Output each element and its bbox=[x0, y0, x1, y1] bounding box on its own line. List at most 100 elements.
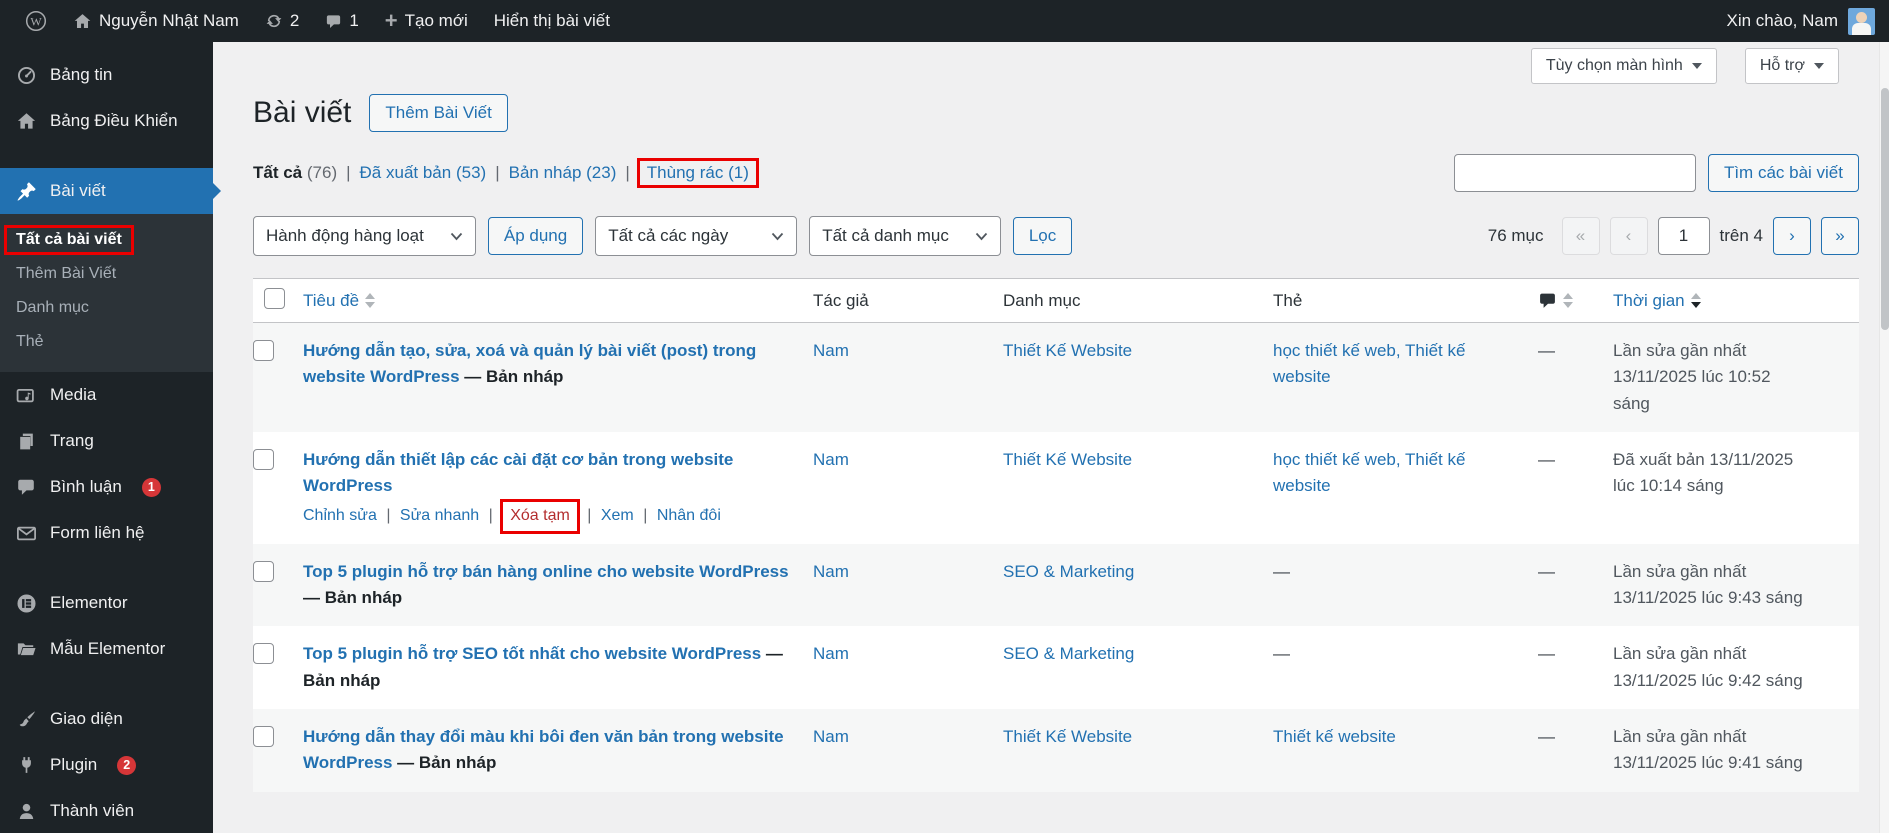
view-posts-link[interactable]: Hiển thị bài viết bbox=[481, 0, 623, 42]
user-greeting[interactable]: Xin chào, Nam bbox=[1727, 11, 1839, 31]
sidebar-item-categories[interactable]: Danh mục bbox=[0, 291, 213, 325]
edit-action[interactable]: Chỉnh sửa bbox=[303, 507, 377, 524]
sidebar-item-elementor-templates[interactable]: Mẫu Elementor bbox=[0, 626, 213, 672]
author-link[interactable]: Nam bbox=[813, 450, 849, 469]
view-posts-label: Hiển thị bài viết bbox=[493, 11, 610, 30]
category-link[interactable]: Thiết Kế Website bbox=[1003, 450, 1132, 469]
sidebar-item-pages[interactable]: Trang bbox=[0, 418, 213, 464]
category-link[interactable]: Thiết Kế Website bbox=[1003, 727, 1132, 746]
filter-published[interactable]: Đã xuất bản (53) bbox=[360, 163, 487, 183]
new-content-menu[interactable]: + Tạo mới bbox=[372, 0, 481, 42]
current-page-input[interactable] bbox=[1657, 217, 1710, 255]
post-date-cell: Đã xuất bản 13/11/2025 lúc 10:14 sáng bbox=[1613, 432, 1818, 543]
search-posts-button[interactable]: Tìm các bài viết bbox=[1707, 154, 1859, 192]
sidebar-item-tags[interactable]: Thẻ bbox=[0, 325, 213, 359]
quick-edit-action[interactable]: Sửa nhanh bbox=[400, 507, 479, 524]
add-new-post-button[interactable]: Thêm Bài Viết bbox=[369, 94, 508, 132]
sidebar-item-elementor[interactable]: Elementor bbox=[0, 580, 213, 626]
sidebar-item-comments[interactable]: Bình luận 1 bbox=[0, 464, 213, 510]
sidebar-item-appearance[interactable]: Giao diện bbox=[0, 696, 213, 742]
site-menu[interactable]: Nguyễn Nhật Nam bbox=[60, 0, 252, 42]
tags-link[interactable]: học thiết kế web, Thiết kế website bbox=[1273, 341, 1465, 386]
sidebar-item-dashboard[interactable]: Bảng tin bbox=[0, 52, 213, 98]
site-name: Nguyễn Nhật Nam bbox=[99, 11, 239, 30]
comments-menu[interactable]: 1 bbox=[312, 0, 371, 42]
sidebar-item-posts[interactable]: Bài viết bbox=[0, 168, 221, 214]
select-all-checkbox[interactable] bbox=[264, 287, 285, 309]
avatar[interactable] bbox=[1848, 7, 1875, 35]
comments-count: 1 bbox=[349, 11, 359, 30]
table-body: Hướng dẫn tạo, sửa, xoá và quản lý bài v… bbox=[253, 323, 1859, 792]
sidebar-item-all-posts[interactable]: Tất cả bài viết bbox=[0, 223, 213, 257]
post-state: — Bản nháp bbox=[303, 587, 403, 607]
column-author: Tác giả bbox=[813, 291, 1003, 311]
comment-icon bbox=[1540, 293, 1555, 308]
table-header: Tiêu đề Tác giả Danh mục Thẻ Thời gian bbox=[253, 279, 1859, 323]
apply-button[interactable]: Áp dụng bbox=[487, 217, 584, 255]
help-button[interactable]: Hỗ trợ bbox=[1744, 48, 1839, 84]
post-author-cell: Nam bbox=[813, 709, 1003, 792]
action-separator: | bbox=[488, 506, 493, 524]
sidebar-item-add-post[interactable]: Thêm Bài Viết bbox=[0, 257, 213, 291]
bulk-actions-label: Hành động hàng loạt bbox=[266, 226, 424, 245]
row-checkbox[interactable] bbox=[253, 560, 274, 582]
next-page-button[interactable]: › bbox=[1773, 217, 1811, 255]
post-title-link[interactable]: Top 5 plugin hỗ trợ bán hàng online cho … bbox=[303, 562, 789, 581]
scrollbar-thumb[interactable] bbox=[1881, 88, 1889, 330]
column-title[interactable]: Tiêu đề bbox=[303, 291, 813, 311]
tags-link[interactable]: Thiết kế website bbox=[1273, 727, 1396, 746]
wordpress-logo-icon[interactable]: W bbox=[12, 0, 60, 42]
sidebar-item-users[interactable]: Thành viên bbox=[0, 788, 213, 833]
chevron-down-icon bbox=[450, 232, 463, 240]
status-filters: Tất cả (76) | Đã xuất bản (53) | Bản nhá… bbox=[253, 158, 759, 188]
bulk-actions-select[interactable]: Hành động hàng loạt bbox=[253, 216, 476, 256]
scrollbar[interactable] bbox=[1879, 42, 1889, 833]
sidebar-item-control-panel[interactable]: Bảng Điều Khiển bbox=[0, 98, 213, 144]
column-date[interactable]: Thời gian bbox=[1613, 291, 1859, 311]
first-page-button: « bbox=[1561, 217, 1600, 255]
updates-icon bbox=[266, 14, 282, 28]
filter-draft[interactable]: Bản nháp (23) bbox=[509, 163, 617, 183]
row-checkbox[interactable] bbox=[253, 725, 274, 747]
category-link[interactable]: SEO & Marketing bbox=[1003, 644, 1134, 663]
post-comments-cell: — bbox=[1538, 561, 1555, 581]
date-status: Lần sửa gần nhất bbox=[1613, 726, 1747, 746]
search-input[interactable] bbox=[1453, 154, 1696, 192]
author-link[interactable]: Nam bbox=[813, 341, 849, 360]
screen-options-button[interactable]: Tùy chọn màn hình bbox=[1530, 48, 1717, 84]
category-filter-select[interactable]: Tất cả danh mục bbox=[809, 216, 1001, 256]
screen-meta: Tùy chọn màn hình Hỗ trợ bbox=[1530, 48, 1839, 84]
view-action[interactable]: Xem bbox=[601, 507, 634, 524]
duplicate-action[interactable]: Nhân đôi bbox=[657, 507, 721, 524]
filter-all-label: Tất cả bbox=[253, 163, 303, 182]
post-title-cell: Hướng dẫn thiết lập các cài đặt cơ bản t… bbox=[303, 432, 813, 543]
page-title: Bài viết bbox=[253, 96, 352, 130]
trash-action[interactable]: Xóa tạm bbox=[510, 507, 570, 524]
category-link[interactable]: SEO & Marketing bbox=[1003, 562, 1134, 581]
folder-icon bbox=[15, 638, 37, 660]
author-link[interactable]: Nam bbox=[813, 727, 849, 746]
filter-button[interactable]: Lọc bbox=[1012, 217, 1073, 255]
post-title-link[interactable]: Hướng dẫn thiết lập các cài đặt cơ bản t… bbox=[303, 450, 733, 495]
author-link[interactable]: Nam bbox=[813, 562, 849, 581]
tags-link[interactable]: học thiết kế web, Thiết kế website bbox=[1273, 450, 1465, 495]
row-checkbox[interactable] bbox=[253, 340, 274, 361]
row-checkbox[interactable] bbox=[253, 643, 274, 665]
post-tags-cell: — bbox=[1273, 561, 1290, 581]
envelope-icon bbox=[15, 522, 37, 544]
sidebar-item-media[interactable]: Media bbox=[0, 372, 213, 418]
post-title-link[interactable]: Top 5 plugin hỗ trợ SEO tốt nhất cho web… bbox=[303, 644, 761, 663]
dates-filter-select[interactable]: Tất cả các ngày bbox=[595, 216, 798, 256]
updates-menu[interactable]: 2 bbox=[252, 0, 312, 42]
post-title-link[interactable]: Hướng dẫn thay đổi màu khi bôi đen văn b… bbox=[303, 727, 784, 772]
category-link[interactable]: Thiết Kế Website bbox=[1003, 341, 1132, 360]
filter-trash[interactable]: Thùng rác (1) bbox=[647, 163, 749, 182]
row-checkbox[interactable] bbox=[253, 449, 274, 471]
last-page-button[interactable]: » bbox=[1821, 217, 1859, 255]
filter-all[interactable]: Tất cả (76) bbox=[253, 163, 337, 183]
sidebar-item-contact-form[interactable]: Form liên hệ bbox=[0, 510, 213, 556]
author-link[interactable]: Nam bbox=[813, 644, 849, 663]
sidebar-item-plugins[interactable]: Plugin 2 bbox=[0, 742, 213, 788]
column-comments[interactable] bbox=[1538, 291, 1613, 310]
